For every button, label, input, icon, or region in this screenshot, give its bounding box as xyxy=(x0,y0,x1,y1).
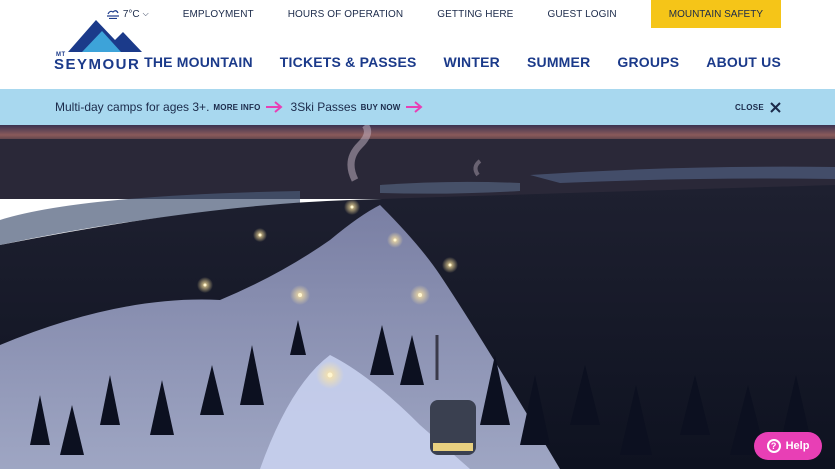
utility-nav: 7°C ⌵ EMPLOYMENT HOURS OF OPERATION GETT… xyxy=(106,0,781,28)
mountain-safety-label: MOUNTAIN SAFETY xyxy=(668,8,763,20)
weather-temperature: 7°C xyxy=(122,8,140,20)
site-header: MT SEYMOUR 7°C ⌵ EMPLOYMENT HOURS OF OPE… xyxy=(0,0,835,89)
weather-cloud-icon xyxy=(106,10,119,19)
nav-groups[interactable]: GROUPS xyxy=(617,54,679,70)
nav-summer[interactable]: SUMMER xyxy=(527,54,590,70)
promo-banner: Multi-day camps for ages 3+. MORE INFO 3… xyxy=(0,89,835,125)
help-label: Help xyxy=(785,440,810,452)
arrow-right-icon xyxy=(265,101,283,113)
help-button[interactable]: ? Help xyxy=(754,432,822,460)
promo-item-camps: Multi-day camps for ages 3+. MORE INFO xyxy=(55,100,291,114)
promo-close-button[interactable]: CLOSE xyxy=(735,89,781,125)
question-circle-icon: ? xyxy=(766,439,781,453)
nav-guest-login[interactable]: GUEST LOGIN xyxy=(547,9,616,20)
nav-the-mountain[interactable]: THE MOUNTAIN xyxy=(144,54,253,70)
nav-winter[interactable]: WINTER xyxy=(444,54,500,70)
promo-buy-now-link[interactable]: BUY NOW xyxy=(361,103,401,112)
promo-close-label: CLOSE xyxy=(734,102,764,112)
promo-more-info-link[interactable]: MORE INFO xyxy=(213,103,260,112)
logo-wordmark: SEYMOUR xyxy=(54,56,141,73)
arrow-right-icon xyxy=(405,101,423,113)
nav-tickets-passes[interactable]: TICKETS & PASSES xyxy=(280,54,417,70)
promo-camps-text: Multi-day camps for ages 3+. xyxy=(55,100,210,114)
mountain-safety-button[interactable]: MOUNTAIN SAFETY xyxy=(650,0,781,28)
nav-hours-of-operation[interactable]: HOURS OF OPERATION xyxy=(288,9,404,20)
promo-item-passes: 3Ski Passes BUY NOW xyxy=(291,100,431,114)
weather-widget[interactable]: 7°C ⌵ xyxy=(106,9,149,20)
main-nav: THE MOUNTAIN TICKETS & PASSES WINTER SUM… xyxy=(144,54,781,70)
nav-employment[interactable]: EMPLOYMENT xyxy=(183,9,254,20)
close-icon xyxy=(770,101,781,113)
promo-passes-text: 3Ski Passes xyxy=(290,100,357,114)
nav-getting-here[interactable]: GETTING HERE xyxy=(437,9,513,20)
nav-about-us[interactable]: ABOUT US xyxy=(706,54,781,70)
night-mountain-scene xyxy=(0,125,835,469)
hero-image: ? Help xyxy=(0,125,835,469)
chevron-down-icon: ⌵ xyxy=(142,9,149,18)
